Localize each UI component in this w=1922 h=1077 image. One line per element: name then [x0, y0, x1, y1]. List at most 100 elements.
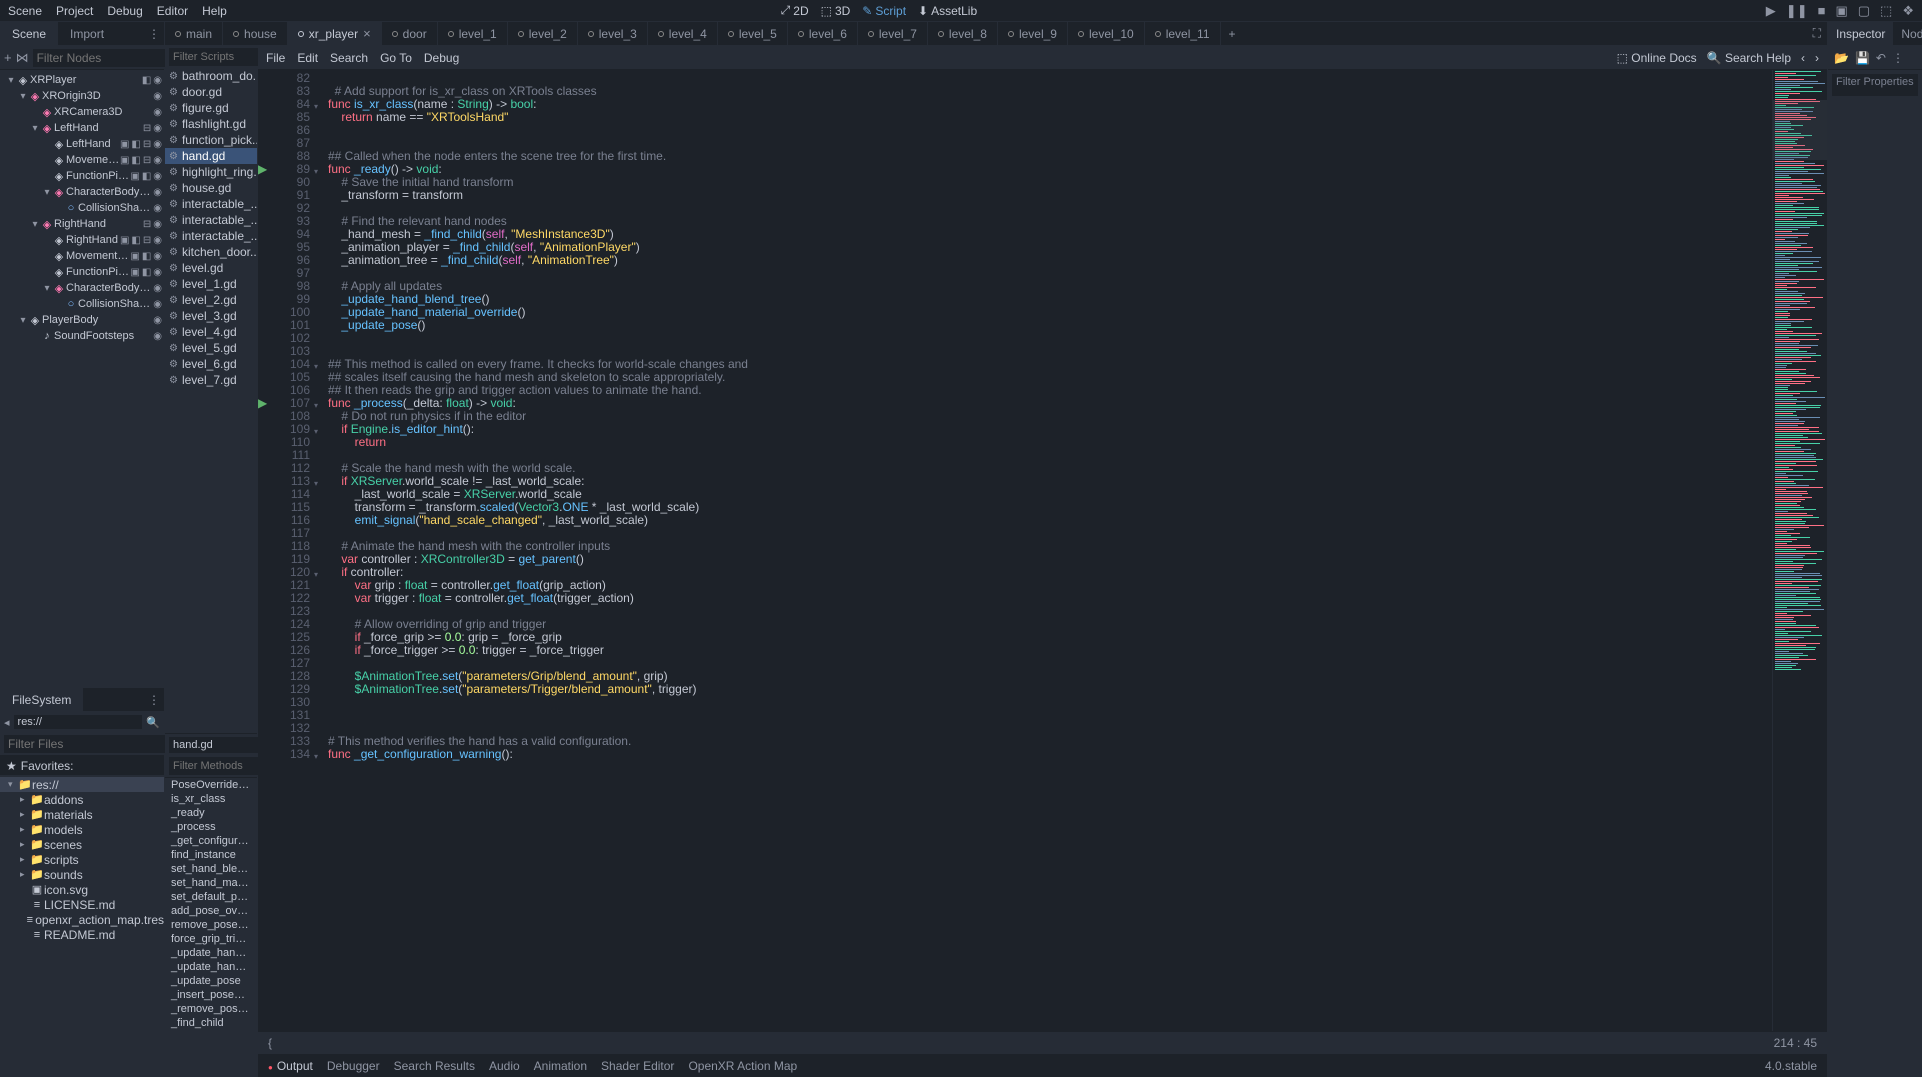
- tree-node[interactable]: ◈ FunctionPickup ▣◧◉: [0, 168, 164, 184]
- script-item[interactable]: ⚙hand.gd: [165, 148, 257, 164]
- scene-tab-level_9[interactable]: level_9: [998, 22, 1068, 45]
- online-docs-button[interactable]: ⬚ Online Docs: [1617, 51, 1697, 65]
- bottom-tab-shader-editor[interactable]: Shader Editor: [601, 1059, 674, 1073]
- tree-node[interactable]: ○ CollisionShape3D ◉: [0, 200, 164, 216]
- method-item[interactable]: _update_hand_ble...: [165, 946, 257, 960]
- inspector-tab[interactable]: Inspector: [1828, 22, 1893, 45]
- script-item[interactable]: ⚙function_pick...: [165, 132, 257, 148]
- search-icon[interactable]: 🔍: [146, 716, 160, 729]
- bottom-tab-search-results[interactable]: Search Results: [394, 1059, 475, 1073]
- tree-node[interactable]: ◈ MovementDirect ▣◧⊟◉: [0, 152, 164, 168]
- tree-node[interactable]: ▾ ◈ XROrigin3D ◉: [0, 88, 164, 104]
- menu-editor[interactable]: Editor: [157, 4, 188, 18]
- menu-debug[interactable]: Debug: [107, 4, 142, 18]
- tree-node[interactable]: ◈ LeftHand ▣◧⊟◉: [0, 136, 164, 152]
- file-item[interactable]: ≡ LICENSE.md: [0, 897, 164, 912]
- method-list[interactable]: PoseOverride._initis_xr_class_ready_proc…: [165, 777, 257, 1077]
- scene-tab-level_7[interactable]: level_7: [858, 22, 928, 45]
- bottom-tab-output[interactable]: Output: [268, 1059, 313, 1073]
- filesystem-tab[interactable]: FileSystem: [0, 688, 83, 711]
- method-item[interactable]: _ready: [165, 806, 257, 820]
- method-item[interactable]: set_default_pose: [165, 890, 257, 904]
- node-tab[interactable]: Node: [1893, 22, 1922, 45]
- scene-tree[interactable]: ▾ ◈ XRPlayer ◧◉ ▾ ◈ XROrigin3D ◉ ◈ XRCam…: [0, 70, 164, 687]
- scene-tab-level_2[interactable]: level_2: [508, 22, 578, 45]
- fs-path[interactable]: res://: [14, 715, 143, 729]
- file-item[interactable]: ≡ README.md: [0, 927, 164, 942]
- distraction-free-icon[interactable]: ⛶: [1807, 26, 1827, 41]
- method-item[interactable]: _process: [165, 820, 257, 834]
- tree-node[interactable]: ▾ ◈ RightHand ⊟◉: [0, 216, 164, 232]
- nav-fwd-icon[interactable]: ›: [1815, 51, 1819, 65]
- method-item[interactable]: is_xr_class: [165, 792, 257, 806]
- fs-menu-icon[interactable]: ⋮: [144, 693, 164, 707]
- script-item[interactable]: ⚙level_4.gd: [165, 324, 257, 340]
- play-scene-button[interactable]: ▣: [1835, 3, 1847, 19]
- menu-icon[interactable]: ⋮: [1892, 51, 1904, 65]
- menu-project[interactable]: Project: [56, 4, 93, 18]
- back-icon[interactable]: ◂: [4, 716, 10, 729]
- tree-node[interactable]: ◈ XRCamera3D ◉: [0, 104, 164, 120]
- bottom-tab-audio[interactable]: Audio: [489, 1059, 520, 1073]
- script-item[interactable]: ⚙level_6.gd: [165, 356, 257, 372]
- add-node-icon[interactable]: +: [4, 50, 12, 65]
- script-menu-go to[interactable]: Go To: [380, 51, 412, 65]
- file-item[interactable]: ▸ 📁 scripts: [0, 852, 164, 867]
- script-item[interactable]: ⚙level_2.gd: [165, 292, 257, 308]
- script-item[interactable]: ⚙flashlight.gd: [165, 116, 257, 132]
- bottom-tab-animation[interactable]: Animation: [534, 1059, 587, 1073]
- scene-tab-main[interactable]: main: [165, 22, 223, 45]
- tree-node[interactable]: ○ CollisionShape3D ◉: [0, 296, 164, 312]
- file-item[interactable]: ▸ 📁 materials: [0, 807, 164, 822]
- script-item[interactable]: ⚙level_7.gd: [165, 372, 257, 388]
- tree-node[interactable]: ◈ FunctionPickup ▣◧◉: [0, 264, 164, 280]
- file-item[interactable]: ▸ 📁 models: [0, 822, 164, 837]
- history-icon[interactable]: ↶: [1876, 51, 1886, 65]
- menu-scene[interactable]: Scene: [8, 4, 42, 18]
- render-mode-button[interactable]: ❖: [1902, 3, 1914, 19]
- scene-tab-level_6[interactable]: level_6: [788, 22, 858, 45]
- fs-filter-input[interactable]: [4, 735, 167, 753]
- method-item[interactable]: force_grip_trigger: [165, 932, 257, 946]
- method-item[interactable]: _insert_pose_overri...: [165, 988, 257, 1002]
- menu-help[interactable]: Help: [202, 4, 227, 18]
- method-item[interactable]: set_hand_material_...: [165, 876, 257, 890]
- code-lines[interactable]: # Add support for is_xr_class on XRTools…: [318, 70, 1772, 1031]
- render-button[interactable]: ⬚: [1880, 3, 1892, 19]
- play-custom-button[interactable]: ▢: [1858, 3, 1870, 19]
- tree-node[interactable]: ▾ ◈ PlayerBody ◉: [0, 312, 164, 328]
- scene-tab-level_3[interactable]: level_3: [578, 22, 648, 45]
- file-item[interactable]: ▣ icon.svg: [0, 882, 164, 897]
- scene-tab-level_4[interactable]: level_4: [648, 22, 718, 45]
- scene-tab-xr_player[interactable]: xr_player×: [288, 22, 382, 45]
- scene-tab-level_5[interactable]: level_5: [718, 22, 788, 45]
- import-tab[interactable]: Import: [58, 22, 116, 45]
- script-item[interactable]: ⚙interactable_...: [165, 228, 257, 244]
- link-node-icon[interactable]: ⋈: [16, 50, 29, 66]
- script-item[interactable]: ⚙bathroom_do...: [165, 68, 257, 84]
- script-item[interactable]: ⚙door.gd: [165, 84, 257, 100]
- scene-tab-level_10[interactable]: level_10: [1068, 22, 1145, 45]
- script-item[interactable]: ⚙house.gd: [165, 180, 257, 196]
- bottom-tab-openxr-action-map[interactable]: OpenXR Action Map: [688, 1059, 797, 1073]
- method-item[interactable]: find_instance: [165, 848, 257, 862]
- method-item[interactable]: _update_pose: [165, 974, 257, 988]
- mode-script-button[interactable]: ✎ Script: [862, 4, 906, 18]
- file-item[interactable]: ▸ 📁 sounds: [0, 867, 164, 882]
- script-item[interactable]: ⚙level_3.gd: [165, 308, 257, 324]
- file-item[interactable]: ▸ 📁 scenes: [0, 837, 164, 852]
- script-item[interactable]: ⚙interactable_...: [165, 212, 257, 228]
- script-menu-search[interactable]: Search: [330, 51, 368, 65]
- panel-menu-icon[interactable]: ⋮: [144, 27, 164, 41]
- script-list[interactable]: ⚙bathroom_do...⚙door.gd⚙figure.gd⚙flashl…: [165, 68, 257, 733]
- file-tree[interactable]: ▾ 📁 res:// ▸ 📁 addons ▸ 📁 materials ▸ 📁 …: [0, 775, 164, 1077]
- search-help-button[interactable]: 🔍 Search Help: [1707, 51, 1791, 65]
- scene-tab-level_1[interactable]: level_1: [438, 22, 508, 45]
- file-item[interactable]: ▸ 📁 addons: [0, 792, 164, 807]
- script-menu-file[interactable]: File: [266, 51, 285, 65]
- script-menu-debug[interactable]: Debug: [424, 51, 459, 65]
- inspector-filter[interactable]: Filter Properties: [1832, 74, 1918, 96]
- mode-3d-button[interactable]: ⬚ 3D: [821, 4, 851, 18]
- bottom-tab-debugger[interactable]: Debugger: [327, 1059, 380, 1073]
- code-editor[interactable]: 828384▾85868788▶89▾909192939495969798991…: [258, 70, 1827, 1031]
